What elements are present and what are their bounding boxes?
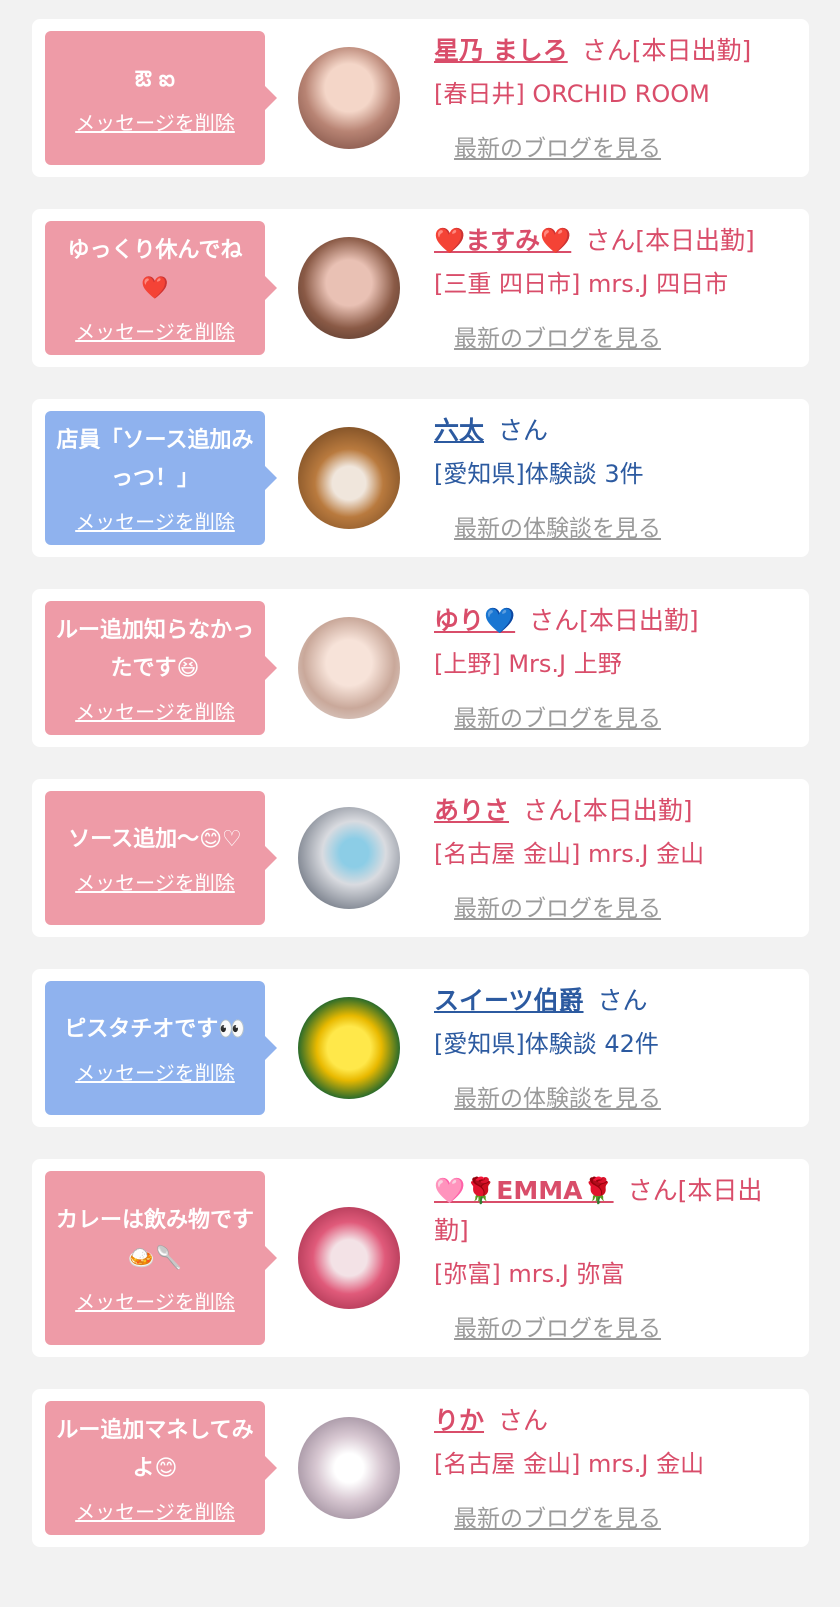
- profile-info: りか さん [名古屋 金山] mrs.J 金山: [434, 1401, 791, 1481]
- avatar[interactable]: [298, 47, 400, 149]
- profile-info: ❤️ますみ❤️ さん[本日出勤] [三重 四日市] mrs.J 四日市: [434, 221, 791, 301]
- message-bubble: カレーは飲み物です🍛🥄 メッセージを削除: [45, 1171, 277, 1345]
- delete-message-link[interactable]: メッセージを削除: [75, 1057, 235, 1086]
- profile-name-link[interactable]: 星乃 ましろ: [434, 36, 568, 65]
- profile-name-link[interactable]: 🩷🌹EMMA🌹: [434, 1176, 614, 1205]
- latest-link[interactable]: 最新のブログを見る: [454, 319, 661, 353]
- profile-name-link[interactable]: 六太: [434, 416, 484, 445]
- name-suffix: さん: [498, 1406, 549, 1435]
- name-suffix: さん: [597, 986, 648, 1015]
- list-item: ルー追加知らなかったです😆 メッセージを削除 ゆり💙 さん[本日出勤] [上野] …: [32, 589, 809, 747]
- message-bubble: ルー追加知らなかったです😆 メッセージを削除: [45, 601, 277, 735]
- latest-link[interactable]: 最新のブログを見る: [454, 1499, 661, 1533]
- message-text: 店員「ソース追加みっつ！」: [56, 427, 254, 491]
- delete-message-link[interactable]: メッセージを削除: [75, 696, 235, 725]
- shop-label: [名古屋 金山] mrs.J 金山: [434, 1450, 705, 1478]
- latest-link[interactable]: 最新の体験談を見る: [454, 509, 661, 543]
- avatar[interactable]: [298, 237, 400, 339]
- shop-label: [愛知県]体験談 3件: [434, 460, 644, 488]
- message-list: ఔ ఐ メッセージを削除 星乃 ましろ さん[本日出勤] [春日井] ORCHID…: [0, 0, 840, 1607]
- shop-label: [名古屋 金山] mrs.J 金山: [434, 840, 705, 868]
- message-text: ゆっくり休んでね❤️: [67, 237, 243, 301]
- latest-link[interactable]: 最新の体験談を見る: [454, 1079, 661, 1113]
- delete-message-link[interactable]: メッセージを削除: [75, 1286, 235, 1315]
- list-item: ピスタチオです👀 メッセージを削除 スイーツ伯爵 さん [愛知県]体験談 42件 …: [32, 969, 809, 1127]
- avatar[interactable]: [298, 1417, 400, 1519]
- message-text: ピスタチオです👀: [64, 1016, 246, 1042]
- profile-info: 星乃 ましろ さん[本日出勤] [春日井] ORCHID ROOM: [434, 31, 791, 111]
- message-text: ルー追加マネしてみよ😊: [56, 1417, 254, 1481]
- message-bubble: ソース追加〜😊♡ メッセージを削除: [45, 791, 277, 925]
- message-text: ఔ ఐ: [135, 66, 175, 92]
- message-bubble: ルー追加マネしてみよ😊 メッセージを削除: [45, 1401, 277, 1535]
- name-suffix: さん[本日出勤]: [581, 36, 752, 65]
- latest-link[interactable]: 最新のブログを見る: [454, 1309, 661, 1343]
- latest-link[interactable]: 最新のブログを見る: [454, 699, 661, 733]
- message-text: カレーは飲み物です🍛🥄: [55, 1207, 254, 1271]
- profile-name-link[interactable]: ありさ: [434, 796, 509, 825]
- profile-info: スイーツ伯爵 さん [愛知県]体験談 42件: [434, 981, 791, 1061]
- shop-label: [三重 四日市] mrs.J 四日市: [434, 270, 729, 298]
- delete-message-link[interactable]: メッセージを削除: [75, 1496, 235, 1525]
- profile-name-link[interactable]: ❤️ますみ❤️: [434, 226, 571, 255]
- shop-label: [上野] Mrs.J 上野: [434, 650, 622, 678]
- avatar[interactable]: [298, 997, 400, 1099]
- shop-label: [愛知県]体験談 42件: [434, 1030, 659, 1058]
- message-text: ソース追加〜😊♡: [68, 826, 242, 852]
- avatar[interactable]: [298, 427, 400, 529]
- name-suffix: さん[本日出勤]: [523, 796, 693, 825]
- profile-info: ありさ さん[本日出勤] [名古屋 金山] mrs.J 金山: [434, 791, 791, 871]
- list-item: 店員「ソース追加みっつ！」 メッセージを削除 六太 さん [愛知県]体験談 3件 …: [32, 399, 809, 557]
- name-suffix: さん[本日出勤]: [529, 606, 699, 635]
- shop-label: [春日井] ORCHID ROOM: [434, 80, 710, 108]
- avatar[interactable]: [298, 807, 400, 909]
- avatar[interactable]: [298, 1207, 400, 1309]
- avatar[interactable]: [298, 617, 400, 719]
- profile-info: 🩷🌹EMMA🌹 さん[本日出勤] [弥富] mrs.J 弥富: [434, 1171, 791, 1291]
- list-item: ルー追加マネしてみよ😊 メッセージを削除 りか さん [名古屋 金山] mrs.J…: [32, 1389, 809, 1547]
- delete-message-link[interactable]: メッセージを削除: [75, 316, 235, 345]
- message-bubble: ピスタチオです👀 メッセージを削除: [45, 981, 277, 1115]
- profile-name-link[interactable]: スイーツ伯爵: [434, 986, 584, 1015]
- list-item: ゆっくり休んでね❤️ メッセージを削除 ❤️ますみ❤️ さん[本日出勤] [三重 …: [32, 209, 809, 367]
- profile-info: 六太 さん [愛知県]体験談 3件: [434, 411, 791, 491]
- profile-name-link[interactable]: ゆり💙: [434, 606, 515, 635]
- message-bubble: 店員「ソース追加みっつ！」 メッセージを削除: [45, 411, 277, 545]
- message-text: ルー追加知らなかったです😆: [55, 617, 254, 681]
- message-bubble: ఔ ఐ メッセージを削除: [45, 31, 277, 165]
- shop-label: [弥富] mrs.J 弥富: [434, 1260, 625, 1288]
- delete-message-link[interactable]: メッセージを削除: [75, 506, 235, 535]
- name-suffix: さん[本日出勤]: [585, 226, 755, 255]
- latest-link[interactable]: 最新のブログを見る: [454, 129, 661, 163]
- name-suffix: さん: [498, 416, 549, 445]
- list-item: カレーは飲み物です🍛🥄 メッセージを削除 🩷🌹EMMA🌹 さん[本日出勤] [弥富…: [32, 1159, 809, 1357]
- delete-message-link[interactable]: メッセージを削除: [75, 107, 235, 136]
- message-bubble: ゆっくり休んでね❤️ メッセージを削除: [45, 221, 277, 355]
- delete-message-link[interactable]: メッセージを削除: [75, 867, 235, 896]
- list-item: ソース追加〜😊♡ メッセージを削除 ありさ さん[本日出勤] [名古屋 金山] m…: [32, 779, 809, 937]
- profile-info: ゆり💙 さん[本日出勤] [上野] Mrs.J 上野: [434, 601, 791, 681]
- profile-name-link[interactable]: りか: [434, 1406, 484, 1435]
- latest-link[interactable]: 最新のブログを見る: [454, 889, 661, 923]
- list-item: ఔ ఐ メッセージを削除 星乃 ましろ さん[本日出勤] [春日井] ORCHID…: [32, 19, 809, 177]
